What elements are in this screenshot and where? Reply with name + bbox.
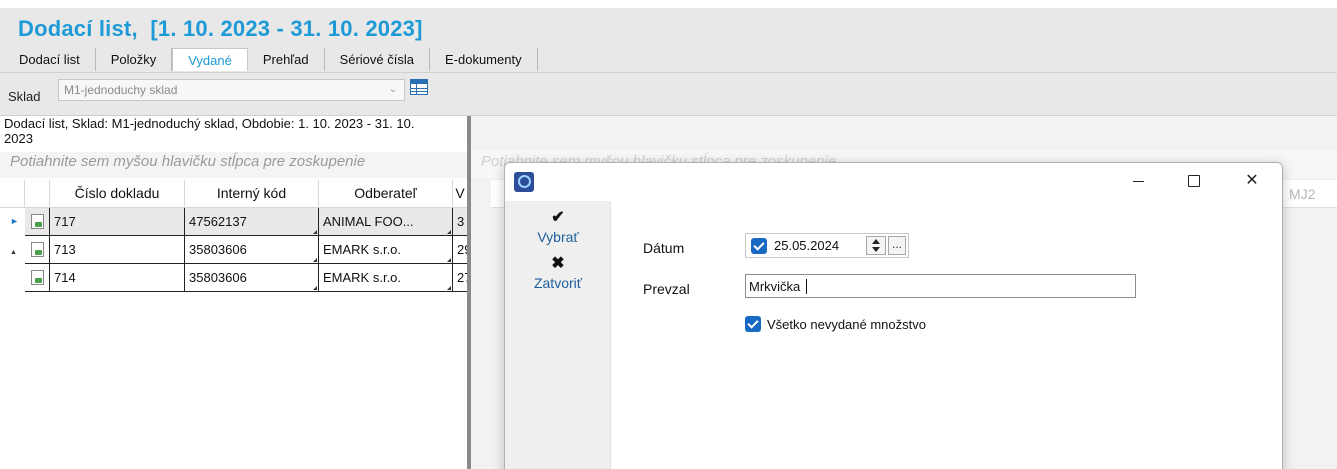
column-header-interny-kod[interactable]: Interný kód — [185, 180, 319, 208]
checkmark-icon: ✔ — [551, 209, 565, 226]
group-hint: Potiahnite sem myšou hlavičku stĺpca pre… — [10, 153, 366, 170]
prevzal-value: Mrkvička — [749, 279, 801, 294]
indicator-header — [0, 180, 25, 208]
cell-cislo: 713 — [50, 236, 185, 264]
zatvorit-label: Zatvoriť — [533, 275, 583, 291]
cell-kod: 47562137 — [189, 214, 247, 229]
document-icon — [31, 270, 44, 285]
tab-seriove-cisla[interactable]: Sériové čísla — [324, 48, 430, 71]
datum-picker[interactable]: 25.05.2024 ... — [745, 233, 909, 258]
chevron-down-icon[interactable]: ⌄ — [386, 84, 400, 96]
datum-checkbox[interactable] — [751, 238, 767, 254]
close-button[interactable]: ✕ — [1223, 163, 1281, 199]
vybrat-label: Vybrať — [537, 229, 579, 245]
prevzal-input[interactable]: Mrkvička — [745, 274, 1136, 298]
column-header-odberatel[interactable]: Odberateľ — [319, 180, 453, 208]
cell-cislo: 714 — [50, 264, 185, 292]
table-icon[interactable] — [410, 79, 428, 95]
sklad-select-value: M1-jednoduchy sklad — [64, 83, 178, 97]
grid-info: Dodací list, Sklad: M1-jednoduchý sklad,… — [4, 116, 415, 146]
tab-vydane[interactable]: Vydané — [172, 48, 248, 71]
tab-bar: Dodací list Položky Vydané Prehľad Sério… — [4, 48, 538, 71]
x-icon: ✖ — [551, 255, 565, 272]
row-indicator-icon: ▲ — [10, 249, 17, 256]
filter-toolbar: Sklad M1-jednoduchy sklad ⌄ — [0, 72, 1337, 116]
cell-odberatel: EMARK s.r.o. — [323, 270, 402, 285]
top-strip — [0, 0, 1337, 8]
vsetko-checkbox[interactable] — [745, 316, 761, 332]
current-row-icon: ► — [10, 216, 19, 226]
spin-up-icon[interactable] — [872, 239, 880, 244]
icon-header — [25, 180, 50, 208]
text-caret — [806, 279, 807, 294]
document-grid-pane: Dodací list, Sklad: M1-jednoduchý sklad,… — [0, 116, 467, 469]
spin-down-icon[interactable] — [872, 247, 880, 252]
cell-kod: 35803606 — [189, 242, 247, 257]
tab-polozky[interactable]: Položky — [95, 48, 173, 71]
column-header-mj2[interactable]: MJ2 — [1289, 186, 1315, 202]
vsetko-label[interactable]: Všetko nevydané množstvo — [767, 317, 926, 332]
tab-e-dokumenty[interactable]: E-dokumenty — [429, 48, 538, 71]
app-logo-icon — [514, 172, 534, 192]
vybrat-button[interactable]: ✔ Vybrať — [505, 209, 611, 245]
cell-odberatel: ANIMAL FOO... — [323, 214, 414, 229]
tab-prehlad[interactable]: Prehľad — [247, 48, 325, 71]
sklad-select[interactable]: M1-jednoduchy sklad ⌄ — [58, 79, 405, 101]
column-header-v[interactable]: V — [453, 180, 467, 208]
tab-dodaci-list[interactable]: Dodací list — [4, 48, 96, 71]
cell-v: 3 — [453, 208, 467, 236]
datum-spinner[interactable] — [866, 236, 886, 255]
dialog-titlebar[interactable]: ✕ — [505, 163, 1282, 201]
cell-cislo: 717 — [50, 208, 185, 236]
cell-odberatel: EMARK s.r.o. — [323, 242, 402, 257]
datum-ellipsis-button[interactable]: ... — [888, 236, 906, 255]
datum-value[interactable]: 25.05.2024 — [774, 238, 839, 253]
datum-label: Dátum — [643, 240, 685, 256]
cell-kod: 35803606 — [189, 270, 247, 285]
cell-v: 27 — [453, 264, 467, 292]
prevzal-label: Prevzal — [643, 281, 690, 297]
sklad-label: Sklad — [8, 89, 41, 104]
page-title: Dodací list, [1. 10. 2023 - 31. 10. 2023… — [18, 16, 423, 41]
zatvorit-button[interactable]: ✖ Zatvoriť — [505, 255, 611, 291]
column-header-cislo[interactable]: Číslo dokladu — [50, 180, 185, 208]
minimize-button[interactable] — [1109, 163, 1167, 199]
document-icon — [31, 242, 44, 257]
page-header: Dodací list, [1. 10. 2023 - 31. 10. 2023… — [0, 8, 1337, 72]
issue-dialog: ✕ ✔ Vybrať ✖ Zatvoriť Dátum 25.05.2024 .… — [504, 162, 1283, 469]
cell-v: 29 — [453, 236, 467, 264]
maximize-button[interactable] — [1165, 163, 1223, 199]
document-icon — [31, 214, 44, 229]
dialog-action-panel: ✔ Vybrať ✖ Zatvoriť — [505, 201, 611, 469]
